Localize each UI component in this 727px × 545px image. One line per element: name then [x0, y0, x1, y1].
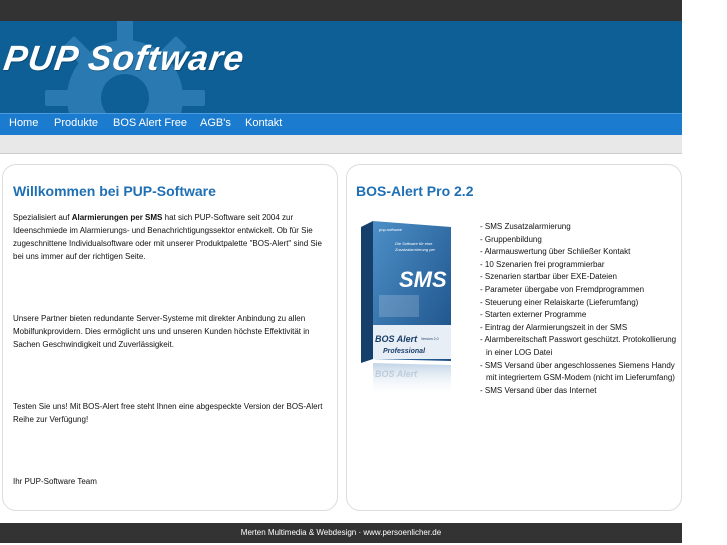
list-item: Parameter übergabe von Fremdprogrammen	[476, 284, 680, 297]
list-item: SMS Versand über angeschlossenes Siemens…	[476, 360, 680, 385]
header-banner: PUP Software	[0, 21, 682, 113]
top-bar	[0, 0, 682, 21]
site-logo[interactable]: PUP Software	[1, 39, 247, 79]
list-item: Starten externer Programme	[476, 309, 680, 322]
box-sms-label: SMS	[399, 267, 447, 292]
footer-bar: Merten Multimedia & Webdesign · www.pers…	[0, 523, 682, 543]
nav-item-home[interactable]: Home	[9, 117, 38, 129]
nav-item-agb[interactable]: AGB's	[200, 117, 231, 129]
box-version: Version 2.0	[421, 337, 439, 341]
product-panel: BOS-Alert Pro 2.2 pup-software Die Softw…	[346, 164, 682, 511]
footer-text[interactable]: Merten Multimedia & Webdesign · www.pers…	[241, 528, 441, 537]
list-item: Steuerung einer Relaiskarte (Lieferumfan…	[476, 297, 680, 310]
list-item: Alarmbereitschaft Passwort geschützt. Pr…	[476, 334, 680, 359]
main-nav: Home Produkte BOS Alert Free AGB's Konta…	[0, 113, 682, 135]
box-edition: Professional	[383, 348, 426, 355]
feature-list: SMS Zusatzalarmierung Gruppenbildung Ala…	[476, 221, 680, 397]
signature: Ihr PUP-Software Team	[13, 477, 97, 486]
list-item: Eintrag der Alarmierungszeit in der SMS	[476, 322, 680, 335]
nav-item-produkte[interactable]: Produkte	[54, 117, 98, 129]
list-item: SMS Versand über das Internet	[476, 385, 680, 398]
box-tagline-2: Zusatzalarmierung per	[394, 247, 436, 252]
box-tagline-1: Die Software für eine	[395, 241, 433, 246]
list-item: Szenarien startbar über EXE-Dateien	[476, 271, 680, 284]
list-item: 10 Szenarien frei programmierbar	[476, 259, 680, 272]
nav-item-kontakt[interactable]: Kontakt	[245, 117, 282, 129]
partner-paragraph: Unsere Partner bieten redundante Server-…	[13, 314, 310, 349]
welcome-title: Willkommen bei PUP-Software	[13, 183, 216, 199]
box-product-name: BOS Alert	[375, 334, 418, 344]
product-box-image: pup-software Die Software für eine Zusat…	[361, 221, 451, 397]
list-item: Alarmauswertung über Schließer Kontakt	[476, 246, 680, 259]
test-paragraph: Testen Sie uns! Mit BOS-Alert free steht…	[13, 402, 323, 424]
sub-bar	[0, 135, 682, 154]
welcome-panel: Willkommen bei PUP-Software Spezialisier…	[2, 164, 338, 511]
nav-item-bos-alert-free[interactable]: BOS Alert Free	[113, 117, 187, 129]
list-item: SMS Zusatzalarmierung	[476, 221, 680, 234]
box-reflection: BOS Alert	[375, 369, 418, 379]
product-title: BOS-Alert Pro 2.2	[356, 183, 474, 199]
box-brand: pup-software	[379, 227, 403, 232]
intro-paragraph: Spezialisiert auf Alarmierungen per SMS …	[13, 213, 322, 261]
list-item: Gruppenbildung	[476, 234, 680, 247]
